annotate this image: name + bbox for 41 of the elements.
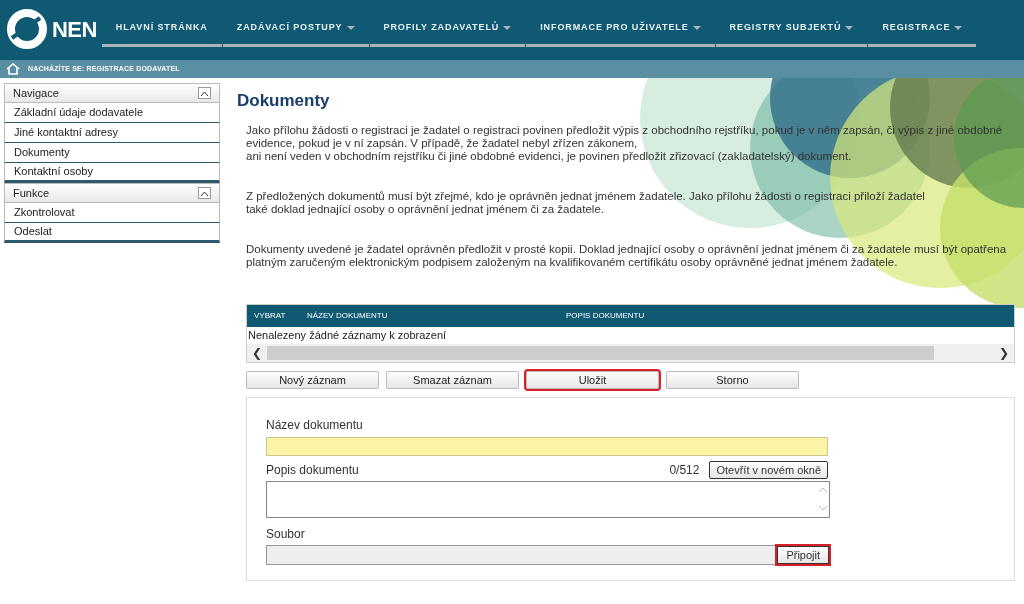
action-button[interactable]: Nový záznam [246, 370, 379, 389]
sidebar-item[interactable]: Jiné kontaktní adresy [4, 123, 220, 143]
sidebar-section-header[interactable]: Funkce [4, 183, 220, 203]
nav-menu-item[interactable]: HLAVNÍ STRÁNKA [101, 21, 222, 47]
collapse-icon[interactable] [198, 87, 211, 99]
home-icon[interactable] [6, 63, 20, 75]
nav-menu-item[interactable]: PROFILY ZADAVATELŮ [369, 21, 526, 47]
logo-icon [6, 8, 48, 50]
document-description-field[interactable] [266, 480, 830, 518]
column-header: NÁZEV DOKUMENTU [307, 309, 389, 322]
field-label: Název dokumentu [266, 416, 364, 434]
nav-menu-item[interactable]: INFORMACE PRO UŽIVATELE [526, 21, 715, 47]
sidebar-item[interactable]: Základní údaje dodavatele [4, 103, 220, 123]
action-button[interactable]: Smazat záznam [386, 370, 519, 389]
sidebar-item[interactable]: Dokumenty [4, 143, 220, 163]
scroll-left-button[interactable]: ❮ [247, 343, 267, 362]
document-name-field[interactable] [266, 436, 828, 456]
paragraph: Z předložených dokumentů musí být zřejmé, kdo je oprávněn jednat jménem žadatele. Jako přílohu žádosti o registraci přiloží žadatel také doklad jednající osoby o oprávnění jednat jménem či za žadatele. [246, 189, 926, 216]
column-header: VYBRAT [253, 309, 287, 322]
field-label: Soubor [266, 525, 306, 543]
page-title: Dokumenty [237, 90, 331, 112]
sidebar-section-header[interactable]: Navigace [4, 83, 220, 103]
paragraph: Dokumenty uvedené je žadatel oprávněn předložit v prosté kopii. Doklad jednající osoby o oprávnění jednat jménem či za žadatele musí být opatřena platným zaručeným elektronickým podpisem založeným na kvalifikovaném certifikátu osoby oprávněné jednat jménem žadatele. [246, 242, 1008, 269]
column-header: POPIS DOKUMENTU [566, 309, 646, 322]
sidebar-item[interactable]: Odeslat [4, 223, 220, 243]
file-field[interactable]: Připojit [266, 544, 830, 565]
nav-menu-item[interactable]: ZADÁVACÍ POSTUPY [222, 21, 369, 47]
scrollbar-thumb[interactable] [267, 345, 934, 360]
empty-message: Nenalezeny žádné záznamy k zobrazení [247, 327, 448, 343]
sidebar-item[interactable]: Zkontrolovat [4, 203, 220, 223]
action-button[interactable]: Uložit [526, 370, 659, 389]
collapse-icon[interactable] [198, 187, 211, 199]
action-button[interactable]: Storno [666, 370, 799, 389]
open-window-button[interactable]: Otevřít v novém okně [709, 460, 828, 479]
attach-button[interactable]: Připojit [777, 545, 829, 564]
nav-menu-item[interactable]: REGISTRACE [868, 21, 977, 47]
logo-text: NEN [52, 15, 97, 44]
character-counter: 0/512 [669, 461, 700, 479]
nav-menu-item[interactable]: REGISTRY SUBJEKTŮ [715, 21, 868, 47]
scroll-right-button[interactable]: ❯ [994, 343, 1014, 362]
field-label: Popis dokumentu [266, 461, 359, 479]
